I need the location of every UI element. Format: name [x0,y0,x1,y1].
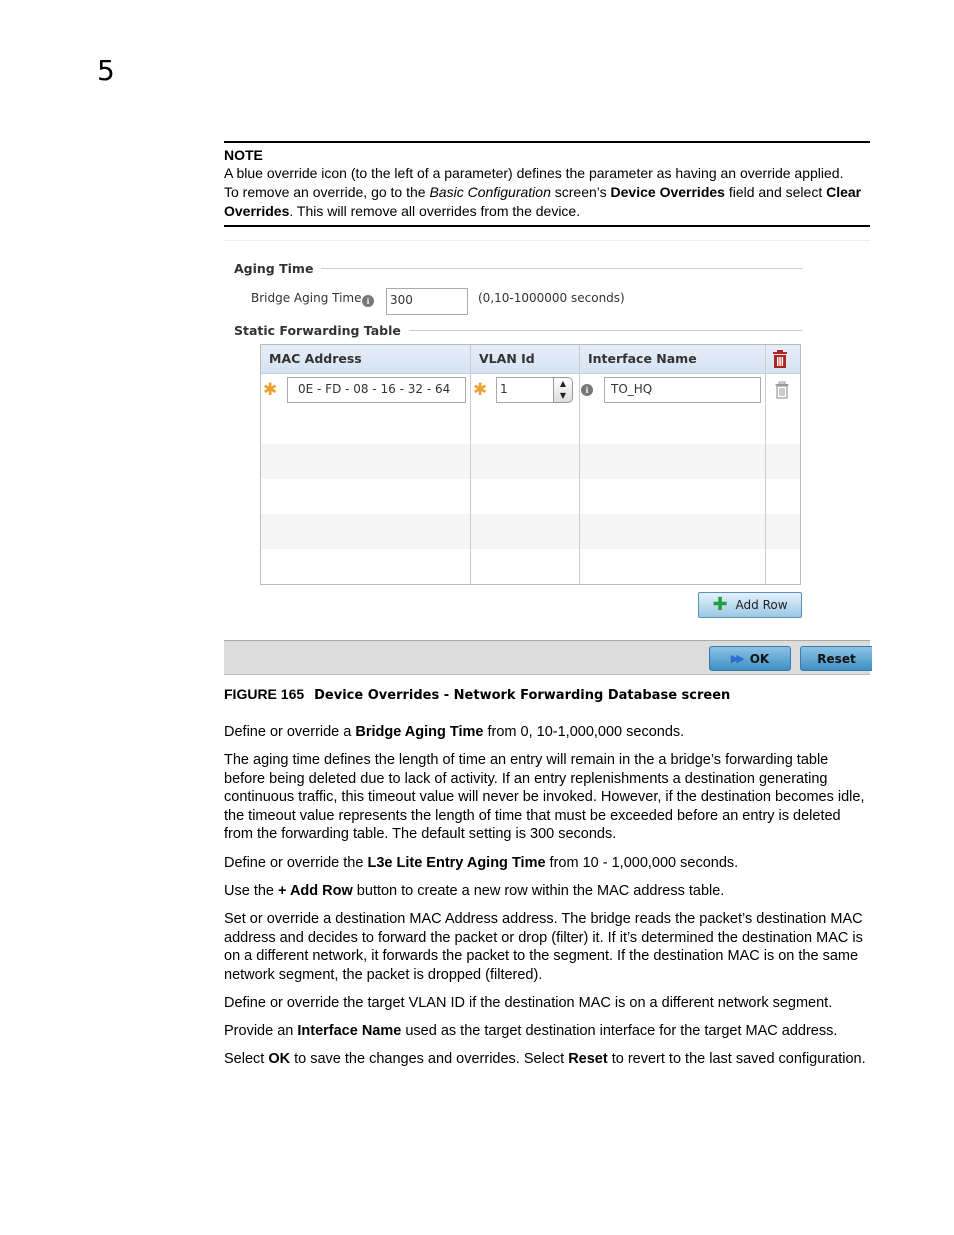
interface-name-input[interactable]: TO_HQ [604,377,761,403]
table-row-empty [261,444,800,479]
add-row-button[interactable]: ✚ Add Row [698,592,802,618]
bold-text: + Add Row [278,883,353,899]
text: Select [224,1051,269,1067]
reset-button[interactable]: Reset [800,646,872,671]
paragraph: Define or override the L3e Lite Entry Ag… [224,854,872,873]
paragraph: Set or override a destination MAC Addres… [224,910,872,984]
note-bold-text: Device Overrides [610,184,725,200]
column-header-interface[interactable]: Interface Name [580,345,765,373]
text: to revert to the last saved configuratio… [607,1051,866,1067]
table-header: MAC Address VLAN Id Interface Name [261,345,800,374]
paragraph: Define or override the target VLAN ID if… [224,994,872,1013]
text: Define or override the [224,855,368,871]
paragraph: Provide an Interface Name used as the ta… [224,1022,872,1041]
static-forwarding-table: MAC Address VLAN Id Interface Name ✱ 0E … [260,344,801,585]
column-divider [579,345,580,584]
note-line1: A blue override icon (to the left of a p… [224,165,844,181]
bold-text: Interface Name [297,1023,402,1039]
required-star-icon: ✱ [263,380,278,400]
note-text: . This will remove all overrides from th… [289,203,581,219]
note-italic-text: Basic Configuration [429,184,551,200]
delete-all-icon[interactable] [771,349,789,372]
ok-label: OK [749,651,770,666]
bold-text: OK [268,1051,291,1067]
section-title: Static Forwarding Table [234,323,401,338]
section-divider [321,268,802,269]
paragraph: The aging time defines the length of tim… [224,751,872,844]
paragraph: Select OK to save the changes and overri… [224,1050,872,1069]
add-row-label: Add Row [735,598,788,612]
note-line2: To remove an override, go to the Basic C… [224,183,870,221]
note-title: NOTE [224,147,263,163]
bridge-aging-row: Bridge Aging Time [251,291,362,305]
paragraph: Use the + Add Row button to create a new… [224,882,872,901]
text: used as the target destination interface… [401,1023,838,1039]
figure-caption: FIGURE 165 Device Overrides - Network For… [224,686,730,703]
section-title: Aging Time [234,261,314,276]
text: Define or override the target VLAN ID if… [224,995,833,1011]
column-divider [470,345,471,584]
static-forwarding-section: Static Forwarding Table [234,323,802,338]
text: button to create a new row within the MA… [352,883,725,899]
info-icon[interactable]: i [581,384,593,396]
bold-text: L3e Lite Entry Aging Time [367,855,546,871]
vlan-id-input[interactable]: 1 [496,377,554,403]
plus-icon: ✚ [712,594,728,615]
required-star-icon: ✱ [473,380,488,400]
text: to save the changes and overrides. Selec… [290,1051,569,1067]
delete-row-icon[interactable] [774,381,790,402]
note-text: To remove an override, go to the [224,184,430,200]
section-divider [408,330,802,331]
spinner-up-icon[interactable]: ▲ [554,378,572,390]
text: The aging time defines the length of tim… [224,752,865,842]
figure-screenshot: Aging Time Bridge Aging Time i 300 (0,10… [224,240,872,675]
column-header-mac[interactable]: MAC Address [261,345,471,373]
chapter-number: 5 [97,54,115,87]
text: from 10 - 1,000,000 seconds. [545,855,739,871]
info-icon[interactable]: i [362,295,374,307]
text: Define or override a [224,724,356,740]
figure-title: Device Overrides - Network Forwarding Da… [314,688,731,703]
aging-time-section: Aging Time [234,261,802,276]
text: Set or override a destination MAC Addres… [224,911,863,983]
text: Provide an [224,1023,298,1039]
figure-number: FIGURE 165 [224,686,305,702]
bridge-aging-input[interactable]: 300 [386,288,468,315]
bold-text: Bridge Aging Time [355,724,484,740]
bridge-aging-range: (0,10-1000000 seconds) [478,291,625,305]
note-box: NOTE A blue override icon (to the left o… [224,141,870,227]
note-text: field and select [724,184,827,200]
bold-text: Reset [568,1051,608,1067]
column-header-vlan[interactable]: VLAN Id [471,345,580,373]
table-row-empty [261,514,800,549]
mac-address-input[interactable]: 0E - FD - 08 - 16 - 32 - 64 [287,377,466,403]
bridge-aging-label: Bridge Aging Time [251,291,362,305]
action-bar: ▶▶ OK Reset [224,640,872,675]
note-text: screen’s [550,184,611,200]
forward-icon: ▶▶ [730,652,745,665]
text: from 0, 10-1,000,000 seconds. [483,724,685,740]
spinner-down-icon[interactable]: ▼ [554,390,572,402]
vlan-id-spinner[interactable]: ▲ ▼ [553,377,573,403]
ok-button[interactable]: ▶▶ OK [709,646,791,671]
text: Use the [224,883,278,899]
column-divider [765,345,766,584]
paragraph: Define or override a Bridge Aging Time f… [224,723,872,742]
